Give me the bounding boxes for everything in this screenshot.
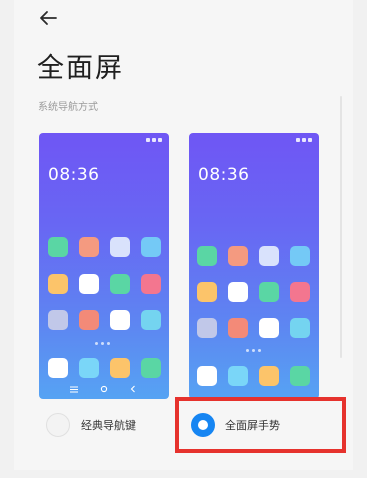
app-icon	[259, 282, 279, 302]
scrollbar	[340, 96, 342, 358]
back-button[interactable]	[36, 6, 60, 30]
app-icon	[48, 237, 68, 257]
gesture-nav-option[interactable]: 全面屏手势	[191, 413, 280, 437]
app-icon	[259, 246, 279, 266]
app-icon	[290, 318, 310, 338]
page-indicator	[95, 342, 110, 345]
gesture-nav-radio[interactable]	[191, 413, 215, 437]
app-icon	[110, 358, 130, 378]
status-bar-icons	[146, 138, 162, 142]
app-icon	[228, 282, 248, 302]
gesture-nav-preview[interactable]: 08:36	[189, 133, 319, 399]
app-icon	[259, 366, 279, 386]
app-icon	[228, 318, 248, 338]
classic-nav-radio[interactable]	[46, 413, 70, 437]
classic-nav-option[interactable]: 经典导航键	[46, 413, 136, 437]
gesture-nav-label: 全面屏手势	[225, 419, 280, 432]
app-icon	[197, 246, 217, 266]
arrow-left-icon	[40, 11, 57, 25]
app-icon	[197, 282, 217, 302]
app-icon	[79, 310, 99, 330]
back-icon	[127, 383, 139, 395]
app-icon	[259, 318, 279, 338]
app-icon	[141, 274, 161, 294]
app-icon	[48, 358, 68, 378]
app-icon	[228, 366, 248, 386]
preview-clock: 08:36	[48, 165, 100, 185]
app-icon	[79, 358, 99, 378]
app-icon	[79, 237, 99, 257]
app-icon	[141, 310, 161, 330]
app-icon	[141, 237, 161, 257]
app-icon	[290, 366, 310, 386]
nav-keys-bar	[39, 383, 169, 397]
page-indicator	[246, 349, 261, 352]
app-icon	[290, 246, 310, 266]
app-icon	[110, 237, 130, 257]
classic-nav-preview[interactable]: 08:36	[39, 133, 169, 399]
app-icon	[48, 274, 68, 294]
home-icon	[98, 383, 110, 395]
app-icon	[48, 310, 68, 330]
app-icon	[110, 274, 130, 294]
section-label: 系统导航方式	[38, 102, 98, 113]
app-icon	[197, 318, 217, 338]
app-icon	[197, 366, 217, 386]
app-icon	[290, 282, 310, 302]
app-icon	[228, 246, 248, 266]
status-bar-icons	[296, 138, 312, 142]
page-title: 全面屏	[37, 53, 124, 84]
app-icon	[141, 358, 161, 378]
classic-nav-label: 经典导航键	[81, 419, 136, 432]
app-icon	[110, 310, 130, 330]
preview-clock: 08:36	[198, 165, 250, 185]
app-icon	[79, 274, 99, 294]
menu-icon	[68, 383, 80, 395]
